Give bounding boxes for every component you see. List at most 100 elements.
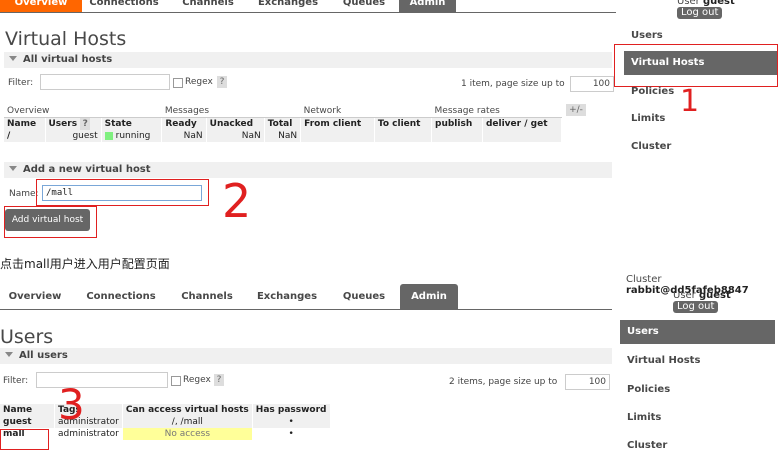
sidebar-item-cluster-bottom[interactable]: Cluster	[627, 440, 667, 451]
users-filter-input[interactable]	[36, 372, 168, 388]
sidebar-item-cluster[interactable]: Cluster	[631, 141, 671, 152]
collapse-triangle-icon	[9, 56, 17, 61]
tab-overview-bottom[interactable]: Overview	[4, 285, 66, 309]
sidebar-item-limits-bottom[interactable]: Limits	[627, 412, 661, 423]
users-table: Name Tags Can access virtual hosts Has p…	[0, 404, 331, 440]
page-size-input[interactable]: 100	[570, 76, 614, 92]
running-status-icon	[104, 131, 113, 140]
vhost-total: NaN	[264, 130, 302, 142]
user-access-no-access: No access	[122, 428, 253, 440]
annotation-box-add	[4, 206, 97, 238]
vhost-publish	[431, 130, 483, 142]
col-from-client[interactable]: From client	[300, 117, 375, 130]
all-vhosts-section[interactable]: All virtual hosts	[4, 52, 612, 68]
col-unacked[interactable]: Unacked	[206, 117, 265, 130]
columns-toggle[interactable]: +/-	[566, 104, 586, 116]
user-has-password: •	[252, 428, 331, 440]
col-to-client[interactable]: To client	[374, 117, 433, 130]
collapse-triangle-icon	[5, 352, 13, 357]
col-can-access[interactable]: Can access virtual hosts	[122, 404, 253, 416]
filter-input[interactable]	[40, 74, 170, 90]
annotation-1: 1	[680, 84, 700, 119]
users-regex-help-icon[interactable]: ?	[214, 374, 224, 386]
group-message-rates: Message rates	[431, 105, 562, 118]
users-page-size-input[interactable]: 100	[565, 374, 610, 390]
tab-channels-bottom[interactable]: Channels	[176, 285, 238, 309]
logout-button-bottom[interactable]: Log out	[673, 301, 719, 313]
tab-exchanges-bottom[interactable]: Exchanges	[254, 285, 320, 309]
annotation-box-name	[36, 179, 209, 206]
user-info: User guest Log out	[677, 0, 735, 19]
group-overview: Overview	[4, 105, 162, 118]
annotation-3: 3	[58, 380, 85, 429]
logout-button[interactable]: Log out	[677, 7, 723, 19]
group-network: Network	[300, 105, 432, 118]
users-pagination-text: 2 items, page size up to	[449, 377, 558, 387]
vhost-from-client	[300, 130, 375, 142]
annotation-2: 2	[222, 174, 252, 228]
vhost-unacked: NaN	[206, 130, 265, 142]
sidebar-item-virtual-hosts-bottom[interactable]: Virtual Hosts	[627, 355, 700, 366]
col-state[interactable]: State	[101, 117, 163, 130]
nav-underline	[0, 12, 616, 13]
vhost-name-link[interactable]: /	[4, 130, 46, 142]
tab-queues[interactable]: Queues	[334, 0, 394, 12]
user-name-link[interactable]: guest	[0, 416, 55, 428]
tab-admin[interactable]: Admin	[399, 0, 456, 12]
annotation-box-sidebar	[614, 44, 778, 87]
col-name[interactable]: Name	[4, 117, 46, 130]
table-row[interactable]: / guest running NaN NaN NaN	[4, 130, 563, 142]
top-nav: Overview Connections Channels Exchanges …	[0, 0, 778, 19]
regex-help-icon[interactable]: ?	[217, 76, 227, 88]
sidebar-item-policies-bottom[interactable]: Policies	[627, 384, 670, 395]
sidebar-item-users-bottom[interactable]: Users	[620, 320, 775, 344]
users-help-icon[interactable]: ?	[80, 118, 91, 130]
users-filter-label: Filter:	[3, 376, 29, 386]
regex-checkbox[interactable]	[173, 78, 183, 88]
users-regex-label: Regex	[183, 375, 211, 385]
users-title: Users	[0, 326, 54, 348]
tab-overview[interactable]: Overview	[0, 0, 82, 12]
sidebar-item-policies[interactable]: Policies	[631, 86, 674, 97]
vhost-users: guest	[45, 130, 102, 142]
page-title: Virtual Hosts	[5, 28, 127, 50]
vhost-to-client	[374, 130, 433, 142]
tab-connections-bottom[interactable]: Connections	[84, 285, 158, 309]
table-row[interactable]: mall administrator No access •	[0, 428, 331, 440]
user-has-password: •	[252, 416, 331, 428]
filter-label: Filter:	[8, 78, 34, 88]
add-vhost-section[interactable]: Add a new virtual host	[4, 162, 612, 178]
vhosts-table: Overview Messages Network Message rates …	[4, 105, 563, 142]
users-regex-checkbox[interactable]	[171, 376, 181, 386]
col-user-name[interactable]: Name	[0, 404, 55, 416]
regex-label: Regex	[185, 77, 213, 87]
nav-underline-bottom	[0, 309, 612, 310]
sidebar-item-limits[interactable]: Limits	[631, 113, 665, 124]
annotation-box-mall	[0, 429, 49, 450]
col-has-password[interactable]: Has password	[252, 404, 331, 416]
col-users[interactable]: Users ?	[45, 117, 102, 130]
table-row[interactable]: guest administrator /, /mall •	[0, 416, 331, 428]
tab-exchanges[interactable]: Exchanges	[250, 0, 326, 12]
user-info-bottom: User guest Log out	[673, 290, 731, 313]
collapse-triangle-icon	[9, 166, 17, 171]
tab-channels[interactable]: Channels	[170, 0, 246, 12]
col-publish[interactable]: publish	[431, 117, 483, 130]
group-messages: Messages	[161, 105, 301, 118]
vhost-ready: NaN	[161, 130, 207, 142]
vhost-deliver	[482, 130, 563, 142]
user-tags: administrator	[54, 428, 123, 440]
col-deliver-get[interactable]: deliver / get	[482, 117, 563, 130]
user-access: /, /mall	[122, 416, 253, 428]
caption-text: 点击mall用户进入用户配置页面	[0, 257, 170, 271]
col-total[interactable]: Total	[264, 117, 302, 130]
tab-admin-bottom[interactable]: Admin	[400, 284, 458, 309]
pagination-text: 1 item, page size up to	[461, 79, 565, 89]
col-ready[interactable]: Ready	[161, 117, 207, 130]
sidebar-item-users[interactable]: Users	[631, 30, 663, 41]
all-users-section[interactable]: All users	[0, 348, 612, 364]
vhost-state: running	[101, 130, 163, 142]
tab-queues-bottom[interactable]: Queues	[336, 285, 392, 309]
name-label: Name:	[9, 189, 39, 199]
tab-connections[interactable]: Connections	[82, 0, 166, 12]
